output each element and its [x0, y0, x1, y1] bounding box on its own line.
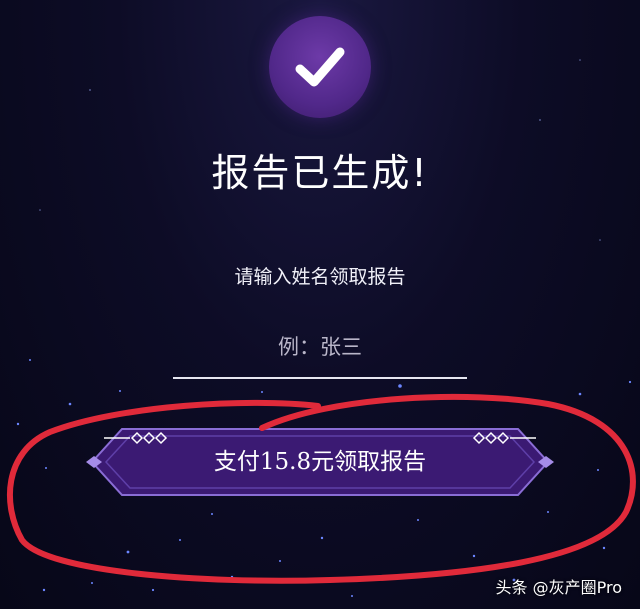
pay-button[interactable]: 支付15.8元领取报告	[84, 425, 556, 499]
success-badge	[269, 16, 371, 118]
name-input[interactable]	[173, 325, 467, 369]
input-underline	[173, 377, 467, 379]
page-title: 报告已生成!	[211, 151, 429, 195]
name-prompt: 请输入姓名领取报告	[234, 266, 406, 288]
pay-button-label: 支付15.8元领取报告	[213, 449, 427, 475]
checkmark-icon	[295, 47, 345, 87]
watermark: 头条 @灰产圈Pro	[495, 578, 622, 597]
